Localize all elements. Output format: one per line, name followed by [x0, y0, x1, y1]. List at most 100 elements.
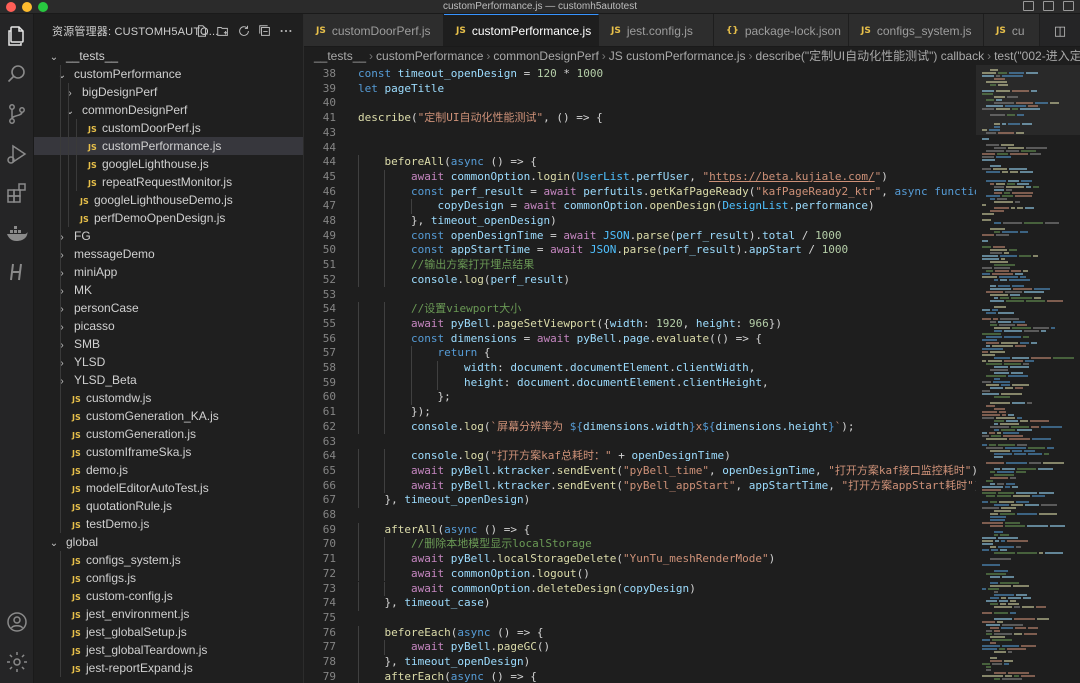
editor-tab[interactable]: {} package-lock.json — [714, 14, 849, 46]
code-line[interactable]: await commonOption.deleteDesign(copyDesi… — [358, 582, 696, 597]
collapse-all-icon[interactable] — [258, 24, 272, 38]
code-line[interactable]: await pyBell.localStorageDelete("YunTu_m… — [358, 552, 775, 567]
editor-tab[interactable]: JS jest.config.js — [599, 14, 714, 46]
settings-gear-icon[interactable] — [5, 650, 29, 674]
code-line[interactable]: beforeAll(async () => { — [358, 155, 537, 170]
code-line[interactable]: }, timeout_openDesign) — [358, 214, 557, 229]
tree-folder[interactable]: › picasso — [34, 317, 303, 335]
code-line[interactable]: }, timeout_case) — [358, 596, 490, 611]
code-area[interactable]: const timeout_openDesign = 120 * 1000 let… — [358, 65, 976, 683]
tree-file[interactable]: JS perfDemoOpenDesign.js — [34, 209, 303, 227]
tree-file[interactable]: JS modelEditorAutoTest.js — [34, 479, 303, 497]
new-folder-icon[interactable] — [216, 24, 230, 38]
code-line[interactable]: console.log("打开方案kaf总耗时：" + openDesignTi… — [358, 449, 731, 464]
code-line[interactable]: const timeout_openDesign = 120 * 1000 — [358, 67, 603, 82]
code-line[interactable]: await commonOption.login(UserList.perfUs… — [358, 170, 888, 185]
refresh-icon[interactable] — [237, 24, 251, 38]
breadcrumb-item[interactable]: __tests__ — [314, 49, 366, 63]
tree-file[interactable]: JS custom-config.js — [34, 587, 303, 605]
tree-file[interactable]: JS repeatRequestMonitor.js — [34, 173, 303, 191]
code-line[interactable]: }); — [358, 405, 431, 420]
code-line[interactable]: }, timeout_openDesign) — [358, 655, 530, 670]
code-line[interactable]: }; — [358, 390, 450, 405]
tree-file[interactable]: JS quotationRule.js — [34, 497, 303, 515]
extensions-icon[interactable] — [5, 181, 29, 205]
tree-file[interactable]: JS jest_environment.js — [34, 605, 303, 623]
tree-file[interactable]: JS demo.js — [34, 461, 303, 479]
code-line[interactable]: await pyBell.pageGC() — [358, 640, 550, 655]
tree-file[interactable]: JS googleLighthouseDemo.js — [34, 191, 303, 209]
editor-tab[interactable]: JScustomPerformance.js× — [444, 14, 606, 46]
code-line[interactable]: const dimensions = await pyBell.page.eva… — [358, 332, 762, 347]
code-line[interactable]: afterEach(async () => { — [358, 670, 537, 683]
code-line[interactable]: console.log(`屏幕分辨率为 ${dimensions.width}x… — [358, 420, 855, 435]
breadcrumb-item[interactable]: customPerformance — [376, 49, 483, 63]
run-debug-icon[interactable] — [5, 142, 29, 166]
code-editor[interactable]: 38 39 40 41 43 44 44 45 46 47 48 49 50 51 52 53 54 55 56 57… — [304, 65, 976, 683]
code-line[interactable]: await commonOption.logout() — [358, 567, 590, 582]
code-line[interactable]: const perf_result = await perfutils.getK… — [358, 185, 976, 200]
code-line[interactable]: let pageTitle — [358, 82, 444, 97]
code-line[interactable]: beforeEach(async () => { — [358, 626, 544, 641]
new-file-icon[interactable] — [195, 24, 209, 38]
code-line[interactable]: //删除本地模型显示localStorage — [358, 537, 592, 552]
breadcrumb-item[interactable]: test("002-进入定 — [994, 49, 1080, 63]
tree-folder[interactable]: ⌄ customPerformance — [34, 65, 303, 83]
files-icon[interactable] — [5, 24, 29, 48]
tree-file[interactable]: JS testDemo.js — [34, 515, 303, 533]
toggle-panel-icon[interactable] — [1043, 1, 1054, 11]
tree-folder[interactable]: › miniApp — [34, 263, 303, 281]
search-icon[interactable] — [5, 62, 29, 86]
tree-folder[interactable]: › messageDemo — [34, 245, 303, 263]
tree-folder[interactable]: ⌄ __tests__ — [34, 47, 303, 65]
tree-folder[interactable]: › YLSD_Beta — [34, 371, 303, 389]
tree-file[interactable]: JS customDoorPerf.js — [34, 119, 303, 137]
tree-file[interactable]: JS customGeneration.js — [34, 425, 303, 443]
minimap[interactable] — [976, 65, 1080, 683]
docker-icon[interactable] — [5, 221, 29, 245]
tree-folder[interactable]: ⌄ global — [34, 533, 303, 551]
code-line[interactable]: await pyBell.ktracker.sendEvent("pyBell_… — [358, 479, 976, 494]
tree-folder[interactable]: › YLSD — [34, 353, 303, 371]
toggle-sidebar-icon[interactable] — [1023, 1, 1034, 11]
tree-file[interactable]: JS configs.js — [34, 569, 303, 587]
tree-folder[interactable]: ⌄ commonDesignPerf — [34, 101, 303, 119]
editor-tab[interactable]: JS configs_system.js — [849, 14, 984, 46]
tree-folder[interactable]: › bigDesignPerf — [34, 83, 303, 101]
tree-file[interactable]: JS customIframeSka.js — [34, 443, 303, 461]
code-line[interactable]: await pyBell.pageSetViewport({width: 192… — [358, 317, 782, 332]
code-line[interactable]: return { — [358, 346, 490, 361]
editor-tab[interactable]: JS cu — [984, 14, 1040, 46]
breadcrumb-item[interactable]: JS customPerformance.js — [609, 49, 746, 63]
tree-folder[interactable]: › FG — [34, 227, 303, 245]
breadcrumb-item[interactable]: commonDesignPerf — [493, 49, 598, 63]
tree-file[interactable]: JS jest-reportExpand.js — [34, 659, 303, 677]
code-line[interactable]: }, timeout_openDesign) — [358, 493, 530, 508]
code-line[interactable]: describe("定制UI自动化性能测试", () => { — [358, 111, 603, 126]
editor-tab[interactable]: JS customDoorPerf.js — [304, 14, 444, 46]
tree-file[interactable]: JS jest_globalSetup.js — [34, 623, 303, 641]
toggle-secondary-sidebar-icon[interactable] — [1063, 1, 1074, 11]
split-editor-icon[interactable]: ◫ — [1054, 23, 1066, 39]
tree-file[interactable]: JS jest_globalTeardown.js — [34, 641, 303, 659]
code-line[interactable]: copyDesign = await commonOption.openDesi… — [358, 199, 874, 214]
source-control-icon[interactable] — [5, 102, 29, 126]
account-icon[interactable] — [5, 610, 29, 634]
code-line[interactable]: console.log(perf_result) — [358, 273, 570, 288]
tree-folder[interactable]: › MK — [34, 281, 303, 299]
tree-file[interactable]: JS customGeneration_KA.js — [34, 407, 303, 425]
code-line[interactable]: await pyBell.ktracker.sendEvent("pyBell_… — [358, 464, 976, 479]
h-icon[interactable] — [5, 260, 29, 284]
code-line[interactable]: //设置viewport大小 — [358, 302, 521, 317]
more-icon[interactable] — [279, 24, 293, 38]
tree-file[interactable]: JS googleLighthouse.js — [34, 155, 303, 173]
code-line[interactable]: height: document.documentElement.clientH… — [358, 376, 769, 391]
tree-file[interactable]: JS customdw.js — [34, 389, 303, 407]
tree-folder[interactable]: › SMB — [34, 335, 303, 353]
breadcrumb-item[interactable]: describe("定制UI自动化性能测试") callback — [756, 49, 985, 63]
tree-file[interactable]: JS customPerformance.js — [34, 137, 303, 155]
tree-folder[interactable]: › personCase — [34, 299, 303, 317]
tree-file[interactable]: JS configs_system.js — [34, 551, 303, 569]
code-line[interactable]: width: document.documentElement.clientWi… — [358, 361, 755, 376]
code-line[interactable]: const appStartTime = await JSON.parse(pe… — [358, 243, 848, 258]
